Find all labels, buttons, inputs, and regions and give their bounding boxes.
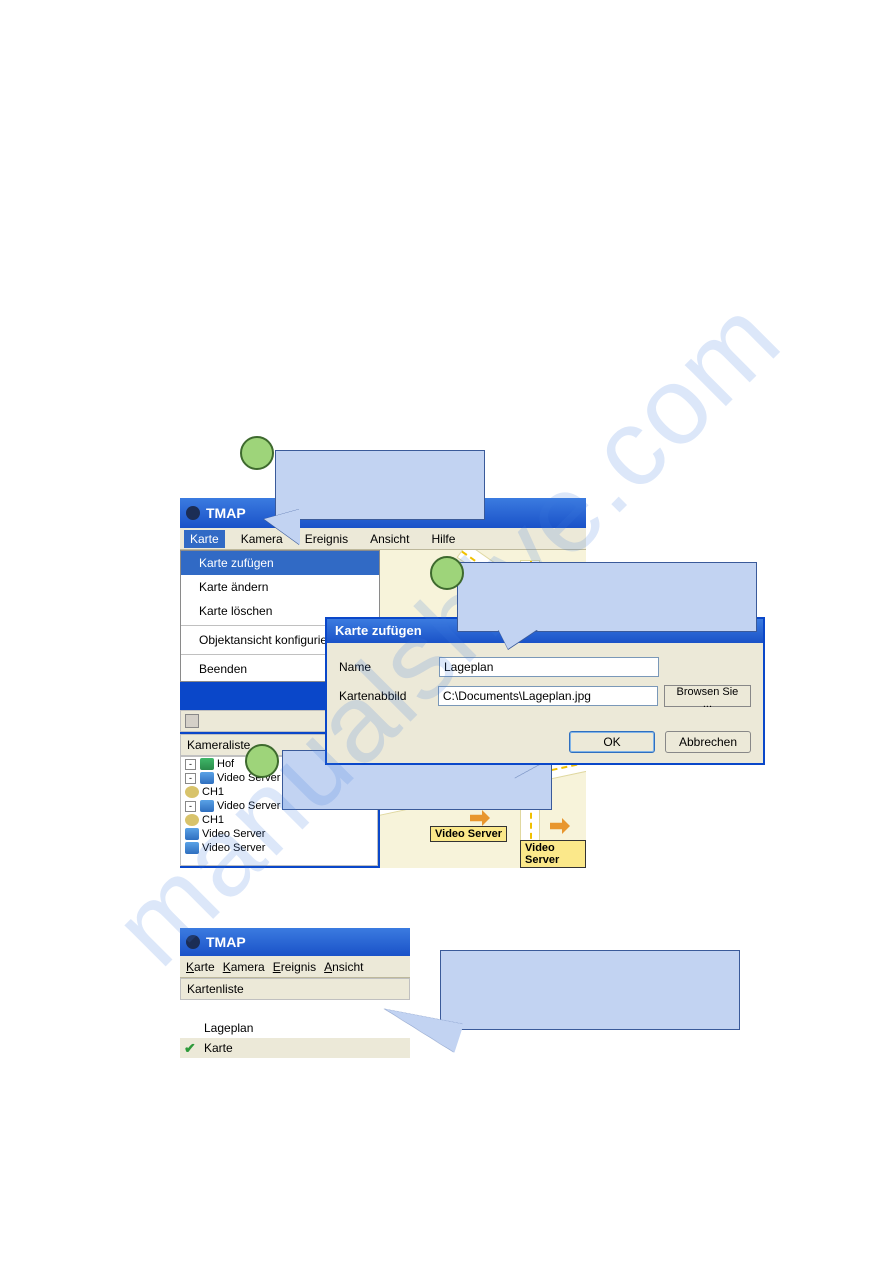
map-marker-label[interactable]: Video Server <box>520 840 586 868</box>
callout-box <box>457 562 757 632</box>
tree-label: Video Server <box>217 800 280 812</box>
channel-icon <box>185 814 199 826</box>
step-badge <box>240 436 274 470</box>
app-icon <box>186 506 200 520</box>
callout-tail <box>498 629 538 649</box>
channel-icon <box>185 786 199 798</box>
tree-label: Video Server <box>202 828 265 840</box>
browse-button[interactable]: Browsen Sie ... <box>664 685 751 707</box>
server-icon <box>200 800 214 812</box>
server-icon <box>185 828 199 840</box>
name-label: Name <box>339 660 439 674</box>
app-icon <box>186 935 200 949</box>
tree-node[interactable]: Video Server <box>181 827 377 841</box>
cancel-button[interactable]: Abbrechen <box>665 731 751 753</box>
camera-icon[interactable] <box>550 818 570 834</box>
server-icon <box>200 772 214 784</box>
tree-leaf[interactable]: CH1 <box>181 813 377 827</box>
list-item[interactable]: Lageplan <box>180 1018 410 1038</box>
title-bar: TMAP <box>180 928 410 956</box>
map-marker-label[interactable]: Video Server <box>430 826 507 842</box>
tree-label: Video Server <box>202 842 265 854</box>
ok-button[interactable]: OK <box>569 731 655 753</box>
tree-node[interactable]: Video Server <box>181 841 377 855</box>
menu-karte[interactable]: Karte <box>186 960 215 974</box>
menu-bar: Karte Kamera Ereignis Ansicht <box>180 956 410 978</box>
karten-list: Lageplan ✔ Karte <box>180 1000 410 1120</box>
menu-hilfe[interactable]: Hilfe <box>425 530 461 548</box>
collapse-icon[interactable]: - <box>185 801 196 812</box>
karte-zufuegen-dialog: Karte zufügen Name Kartenabbild Browsen … <box>325 617 765 765</box>
tree-label: Hof <box>217 758 234 770</box>
kartenliste-header: Kartenliste <box>180 978 410 1000</box>
list-item-label: Karte <box>204 1041 233 1055</box>
kartenabbild-field[interactable] <box>438 686 658 706</box>
callout-tail <box>264 509 300 545</box>
tree-label: CH1 <box>202 814 224 826</box>
menu-item-karte-zufuegen[interactable]: Karte zufügen <box>181 551 379 575</box>
menu-ereignis[interactable]: Ereignis <box>273 960 316 974</box>
list-item-label: Lageplan <box>204 1021 253 1035</box>
menu-ansicht[interactable]: Ansicht <box>364 530 415 548</box>
list-item[interactable]: ✔ Karte <box>180 1038 410 1058</box>
name-field[interactable] <box>439 657 659 677</box>
callout-box <box>440 950 740 1030</box>
menu-ereignis[interactable]: Ereignis <box>299 530 354 548</box>
server-icon <box>185 842 199 854</box>
callout-box <box>275 450 485 520</box>
kartenabbild-label: Kartenabbild <box>339 689 438 703</box>
tree-label: CH1 <box>202 786 224 798</box>
window-title: TMAP <box>206 505 246 521</box>
menu-item-karte-aendern[interactable]: Karte ändern <box>181 575 379 599</box>
menu-ansicht[interactable]: Ansicht <box>324 960 363 974</box>
camera-icon[interactable] <box>470 810 490 826</box>
collapse-icon[interactable]: - <box>185 773 196 784</box>
menu-karte[interactable]: Karte <box>184 530 225 548</box>
menu-kamera[interactable]: Kamera <box>223 960 265 974</box>
collapse-icon[interactable]: - <box>185 759 196 770</box>
database-icon <box>200 758 214 770</box>
step-badge <box>430 556 464 590</box>
tmap-kartenliste-window: TMAP Karte Kamera Ereignis Ansicht Karte… <box>180 928 410 1128</box>
menu-bar: Karte Kamera Ereignis Ansicht Hilfe <box>180 528 586 550</box>
step-badge <box>245 744 279 778</box>
window-title: TMAP <box>206 934 246 950</box>
scroll-left-icon[interactable] <box>185 714 199 728</box>
check-icon: ✔ <box>184 1040 196 1057</box>
